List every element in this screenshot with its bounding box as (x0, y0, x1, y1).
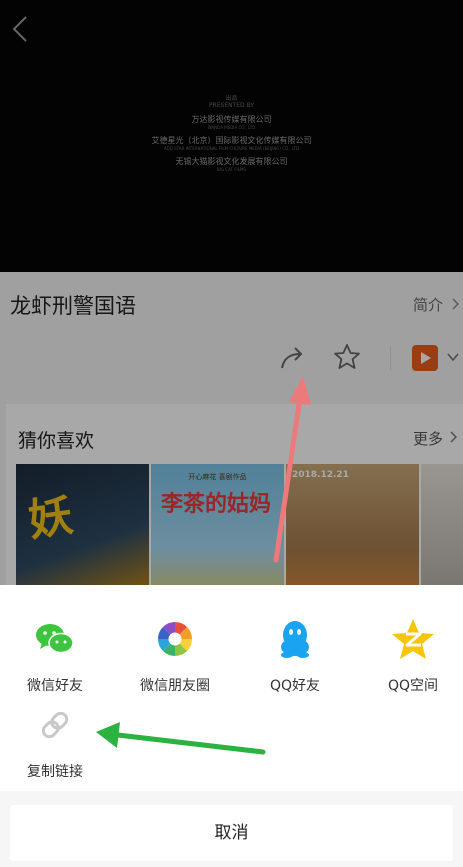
share-wechat-friend[interactable]: 微信好友 (0, 617, 110, 695)
share-option-label: QQ好友 (269, 678, 321, 694)
share-sheet: 微信好友 微信朋友圈 QQ好友 QQ空间 复制链接 取消 (0, 585, 463, 867)
copy-link-option[interactable]: 复制链接 (0, 703, 110, 781)
share-option-label: 微信朋友圈 (140, 678, 210, 694)
share-options-panel: 微信好友 微信朋友圈 QQ好友 QQ空间 复制链接 (0, 585, 463, 791)
cancel-button[interactable]: 取消 (10, 805, 453, 861)
share-option-label: 复制链接 (27, 764, 83, 780)
moments-icon (158, 622, 192, 656)
wechat-icon (36, 624, 74, 654)
modal-backdrop[interactable] (0, 0, 463, 585)
share-wechat-moments[interactable]: 微信朋友圈 (120, 617, 230, 695)
qq-icon (281, 621, 309, 658)
link-icon (41, 711, 69, 739)
qzone-icon (392, 619, 434, 659)
share-qzone[interactable]: QQ空间 (358, 617, 463, 695)
share-qq-friend[interactable]: QQ好友 (240, 617, 350, 695)
share-option-label: 微信好友 (27, 678, 83, 694)
share-option-label: QQ空间 (387, 678, 439, 694)
